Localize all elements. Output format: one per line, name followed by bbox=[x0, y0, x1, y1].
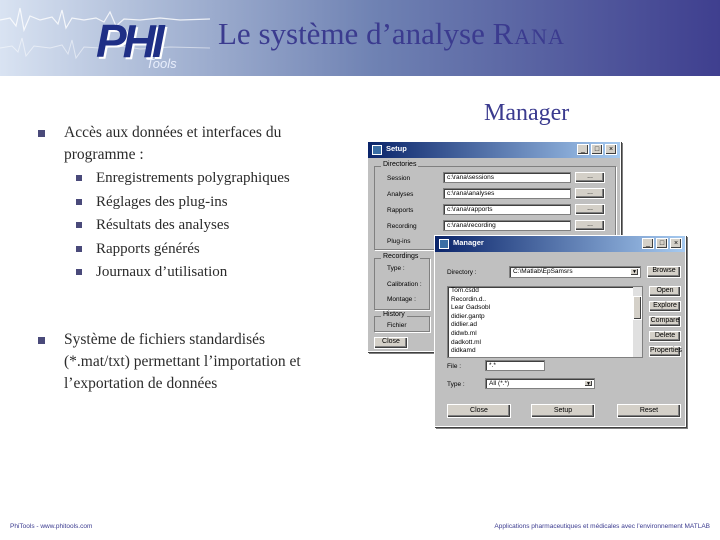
list-item[interactable]: didwb.ml bbox=[448, 330, 642, 339]
directory-select[interactable]: C:\Matlab\EpSamsrs ▼ bbox=[509, 266, 641, 278]
list-item[interactable]: Tom.csdd bbox=[448, 287, 642, 296]
bullet-square-icon bbox=[76, 222, 82, 228]
phitools-logo: PHI Tools bbox=[96, 4, 192, 74]
list-item[interactable]: didkamd bbox=[448, 347, 642, 356]
rec-calibration-label: Calibration : bbox=[387, 281, 422, 288]
rec-type-label: Type : bbox=[387, 265, 405, 272]
directory-label: Directory : bbox=[447, 269, 477, 276]
close-icon[interactable]: × bbox=[670, 238, 682, 249]
analyses-path-field[interactable]: c:\rana\analyses bbox=[443, 188, 571, 199]
sub-item-1: Enregistrements polygraphiques bbox=[76, 167, 290, 191]
delete-button[interactable]: Delete bbox=[649, 331, 681, 342]
sub-item-5: Journaux d’utilisation bbox=[76, 261, 228, 285]
close-icon[interactable]: × bbox=[605, 144, 617, 155]
sub-item-2: Réglages des plug-ins bbox=[76, 191, 228, 215]
type-select[interactable]: All (*.*) ▼ bbox=[485, 378, 595, 389]
sub-item-text: Résultats des analyses bbox=[96, 217, 230, 233]
type-label: Type : bbox=[447, 381, 465, 388]
setup-close-button[interactable]: Close bbox=[374, 337, 408, 349]
title-rana: Rana bbox=[492, 16, 565, 51]
directories-legend: Directories bbox=[381, 161, 419, 168]
row-label: Recording bbox=[387, 223, 417, 230]
minimize-icon[interactable]: _ bbox=[642, 238, 654, 249]
manager-reset-button[interactable]: Reset bbox=[617, 404, 681, 418]
explore-button[interactable]: Explore bbox=[649, 301, 681, 312]
maximize-icon[interactable]: □ bbox=[656, 238, 668, 249]
sub-item-text: Enregistrements polygraphiques bbox=[96, 170, 290, 186]
manager-label: Manager bbox=[484, 100, 570, 126]
bullet-square-icon bbox=[76, 198, 82, 205]
slide-title: Le système d’analyse Rana bbox=[218, 16, 565, 52]
window-app-icon bbox=[439, 239, 449, 249]
row-label: Rapports bbox=[387, 207, 414, 214]
list-item[interactable]: didlier.ad bbox=[448, 321, 642, 330]
sub-item-3: Résultats des analyses bbox=[76, 214, 230, 238]
row-label: Plug-ins bbox=[387, 238, 411, 245]
history-legend: History bbox=[381, 311, 407, 318]
bullet-square-icon bbox=[38, 337, 45, 344]
history-group: History Fichier bbox=[374, 311, 430, 332]
directory-value: C:\Matlab\EpSamsrs bbox=[513, 268, 573, 275]
manager-window: Manager _ □ × Directory : C:\Matlab\EpSa… bbox=[434, 235, 686, 427]
recordings-legend: Recordings bbox=[381, 253, 421, 260]
scroll-thumb[interactable] bbox=[633, 296, 642, 320]
list-item[interactable]: didier.gantp bbox=[448, 313, 642, 322]
open-button[interactable]: Open bbox=[649, 286, 681, 297]
type-value: All (*.*) bbox=[489, 380, 510, 387]
properties-button[interactable]: Properties bbox=[649, 346, 682, 357]
file-label: File : bbox=[447, 363, 462, 370]
sub-item-4: Rapports générés bbox=[76, 238, 200, 262]
manager-titlebar[interactable]: Manager _ □ × bbox=[435, 236, 685, 252]
bullet-square-icon bbox=[38, 130, 45, 137]
list-item[interactable]: Lear Gadsobl bbox=[448, 304, 642, 313]
browse-recording-button[interactable]: ... bbox=[575, 220, 605, 231]
sub-item-text: Rapports générés bbox=[96, 240, 200, 257]
file-list[interactable]: Tom.csdd Recordin.d.. Lear Gadsobl didie… bbox=[447, 286, 643, 358]
bullet-access: Accès aux données et interfaces du progr… bbox=[38, 122, 349, 166]
chevron-down-icon[interactable]: ▼ bbox=[584, 380, 593, 387]
manager-close-button[interactable]: Close bbox=[447, 404, 511, 418]
manager-setup-button[interactable]: Setup bbox=[531, 404, 595, 418]
manager-title: Manager bbox=[453, 238, 484, 247]
bullet-access-text: Accès aux données et interfaces du progr… bbox=[64, 124, 282, 163]
bullet-square-icon bbox=[76, 245, 82, 252]
file-list-scrollbar[interactable] bbox=[633, 287, 642, 357]
header-banner: PHI Tools Le système d’analyse Rana bbox=[0, 0, 720, 76]
compare-button[interactable]: Compare bbox=[649, 316, 681, 327]
list-item[interactable]: Recordin.d.. bbox=[448, 296, 642, 305]
logo-sub: Tools bbox=[146, 56, 177, 71]
browse-rapports-button[interactable]: ... bbox=[575, 204, 605, 215]
sub-item-text: Journaux d’utilisation bbox=[96, 264, 228, 280]
bullet-square-icon bbox=[76, 269, 82, 275]
browse-button[interactable]: Browse bbox=[647, 266, 681, 278]
bullet-square-icon bbox=[76, 175, 82, 181]
bullet-filesystem: Système de fichiers standardisés (*.mat/… bbox=[38, 329, 334, 395]
maximize-icon[interactable]: □ bbox=[591, 144, 603, 155]
session-path-field[interactable]: c:\rana\sessions bbox=[443, 172, 571, 183]
browse-session-button[interactable]: ... bbox=[575, 172, 605, 183]
recording-path-field[interactable]: c:\rana\recording bbox=[443, 220, 571, 231]
row-label: Session bbox=[387, 175, 411, 182]
history-row-label: Fichier bbox=[387, 322, 407, 329]
row-label: Analyses bbox=[387, 191, 414, 198]
rec-montage-label: Montage : bbox=[387, 296, 416, 303]
rapports-path-field[interactable]: c:\rana\rapports bbox=[443, 204, 571, 215]
footer-right: Applications pharmaceutiques et médicale… bbox=[494, 523, 710, 530]
list-item[interactable]: dadkott.ml bbox=[448, 339, 642, 348]
browse-analyses-button[interactable]: ... bbox=[575, 188, 605, 199]
setup-titlebar[interactable]: Setup _ □ × bbox=[368, 142, 620, 158]
chevron-down-icon[interactable]: ▼ bbox=[630, 268, 639, 276]
bullet-filesystem-text: Système de fichiers standardisés (*.mat/… bbox=[64, 331, 301, 392]
window-app-icon bbox=[372, 145, 382, 155]
footer-left: PhiTools - www.phitools.com bbox=[10, 523, 93, 530]
sub-item-text: Réglages des plug-ins bbox=[96, 193, 228, 210]
title-main: Le système d’analyse bbox=[218, 16, 493, 51]
file-filter-field[interactable]: *.* bbox=[485, 360, 545, 371]
setup-title: Setup bbox=[386, 144, 407, 153]
recordings-group: Recordings Type : Calibration : Montage … bbox=[374, 253, 430, 310]
minimize-icon[interactable]: _ bbox=[577, 144, 589, 155]
